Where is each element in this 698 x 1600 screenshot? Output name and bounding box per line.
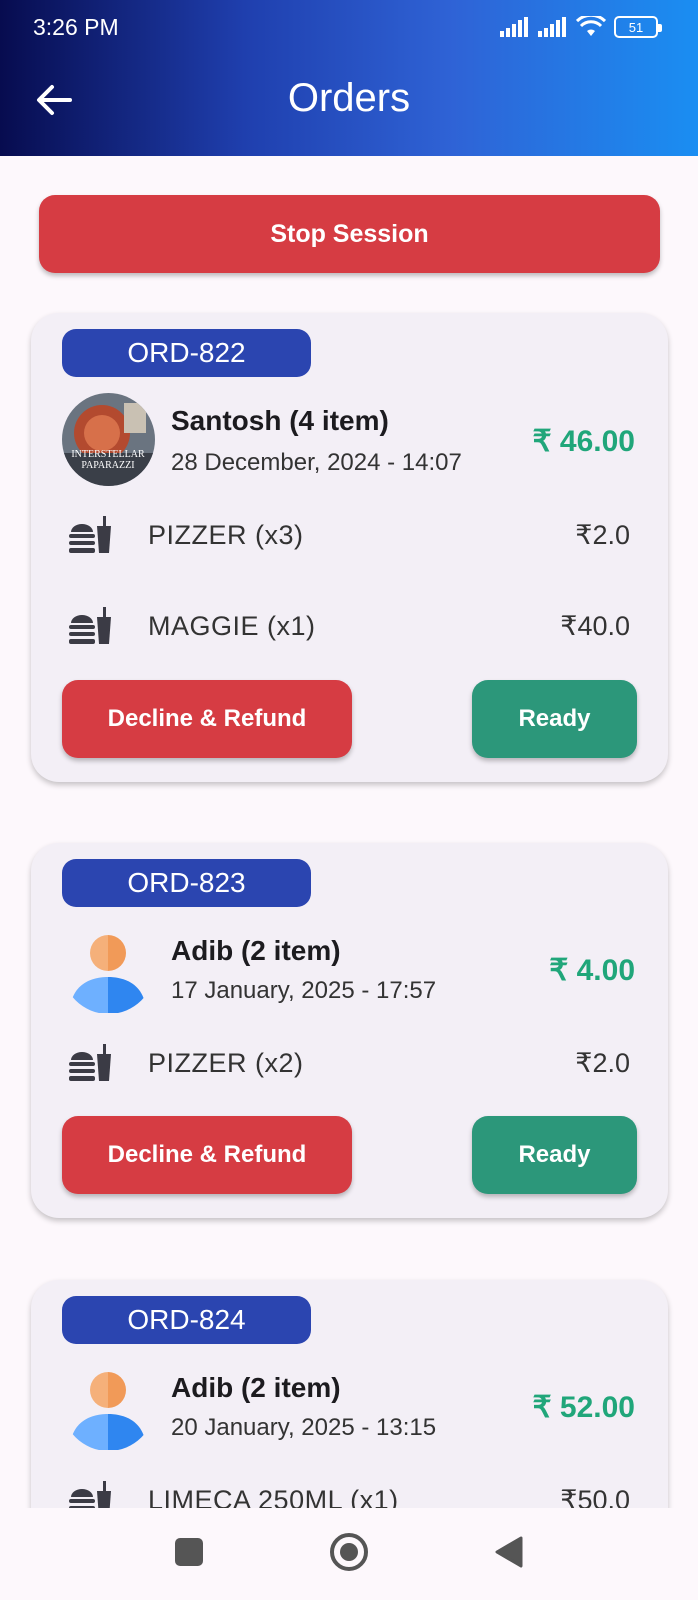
customer-name: Santosh (4 item): [171, 405, 389, 436]
ready-button[interactable]: Ready: [472, 680, 637, 758]
item-name: PIZZER (x2): [148, 1048, 304, 1078]
order-datetime: 28 December, 2024 - 14:07: [171, 449, 462, 476]
home-circle-icon: [330, 1533, 368, 1571]
customer-avatar: INTERSTELLAR PAPARAZZI: [62, 393, 155, 486]
item-name: PIZZER (x3): [148, 520, 304, 550]
status-time: 3:26 PM: [33, 14, 119, 40]
square-icon: [175, 1538, 203, 1566]
customer-avatar: [62, 921, 155, 1014]
stop-session-button[interactable]: Stop Session: [39, 195, 660, 273]
wifi-icon: [576, 16, 606, 36]
decline-refund-button[interactable]: Decline & Refund: [62, 680, 352, 758]
battery-level: 51: [628, 19, 644, 35]
triangle-back-icon: [495, 1536, 523, 1568]
svg-text:INTERSTELLAR: INTERSTELLAR: [71, 449, 145, 460]
battery-icon: 51: [614, 16, 662, 38]
customer-name: Adib (2 item): [171, 1372, 341, 1403]
user-placeholder-icon: [70, 935, 146, 1013]
customer-name: Adib (2 item): [171, 935, 341, 966]
fastfood-icon: [69, 1044, 111, 1081]
item-price: ₹2.0: [575, 1048, 630, 1078]
order-total: ₹ 52.00: [532, 1391, 636, 1424]
home-button[interactable]: [329, 1532, 369, 1572]
order-item: PIZZER (x2) ₹2.0: [69, 1040, 630, 1090]
order-datetime: 20 January, 2025 - 13:15: [171, 1414, 437, 1441]
recents-button[interactable]: [169, 1532, 209, 1572]
order-id-badge: ORD-823: [62, 859, 311, 907]
order-card: ORD-823 Adib (2 item) 17 January, 2025 -…: [31, 843, 668, 1218]
order-item: MAGGIE (x1) ₹40.0: [69, 603, 630, 653]
order-item: PIZZER (x3) ₹2.0: [69, 512, 630, 562]
status-icons: 51: [500, 16, 662, 38]
poster-image: INTERSTELLAR PAPARAZZI: [62, 393, 155, 486]
item-price: ₹40.0: [560, 611, 630, 641]
order-id-badge: ORD-824: [62, 1296, 311, 1344]
user-placeholder-icon: [70, 1372, 146, 1450]
signal-icon-2: [538, 17, 566, 37]
order-total: ₹ 46.00: [532, 425, 636, 458]
signal-icon: [500, 17, 528, 37]
customer-avatar: [62, 1358, 155, 1451]
item-name: MAGGIE (x1): [148, 611, 316, 641]
decline-refund-button[interactable]: Decline & Refund: [62, 1116, 352, 1194]
order-datetime: 17 January, 2025 - 17:57: [171, 977, 437, 1004]
fastfood-icon: [69, 607, 111, 644]
system-nav-bar: [0, 1508, 698, 1600]
item-price: ₹2.0: [575, 520, 630, 550]
ready-button[interactable]: Ready: [472, 1116, 637, 1194]
order-card: ORD-822 INTERSTELLAR PAPARAZZI Santosh (…: [31, 313, 668, 782]
page-title: Orders: [287, 76, 411, 120]
app-bar: 3:26 PM 51 Orders: [0, 0, 698, 156]
back-nav-button[interactable]: [489, 1532, 529, 1572]
order-id-badge: ORD-822: [62, 329, 311, 377]
fastfood-icon: [69, 516, 111, 553]
order-total: ₹ 4.00: [549, 954, 635, 987]
svg-text:PAPARAZZI: PAPARAZZI: [81, 460, 134, 471]
